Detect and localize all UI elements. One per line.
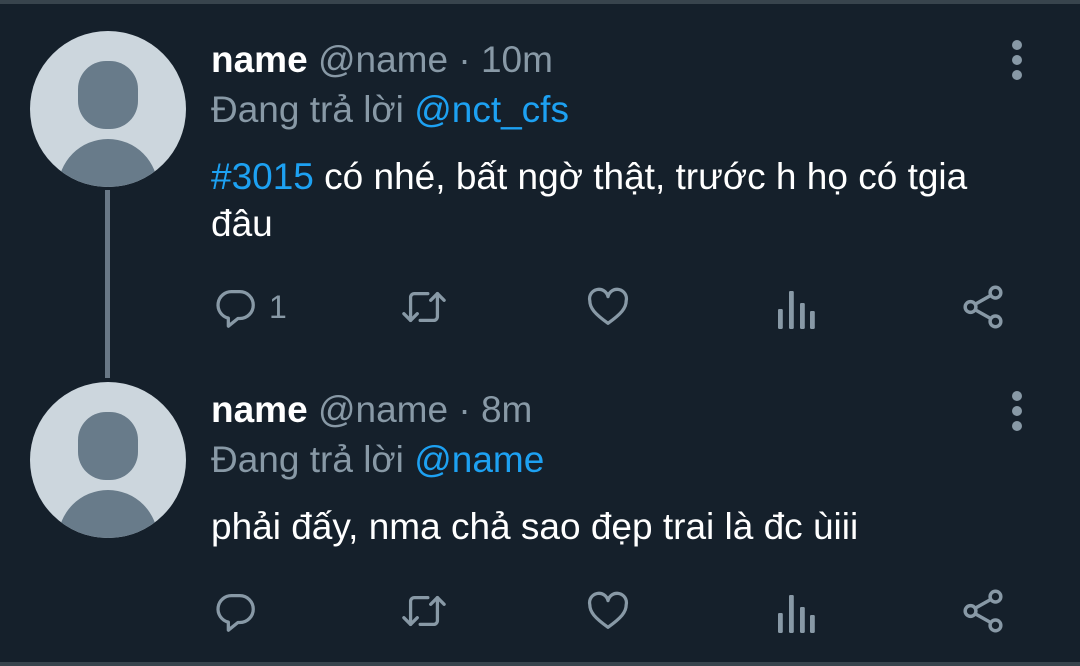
like-button[interactable] bbox=[585, 588, 631, 634]
avatar[interactable] bbox=[30, 31, 186, 187]
heart-icon bbox=[587, 591, 629, 629]
tweet-text: phải đấy, nma chả sao đẹp trai là đc ùii… bbox=[211, 503, 1011, 550]
replying-to-line: Đang trả lời @nct_cfs bbox=[211, 88, 569, 132]
tweet-text-body: có nhé, bất ngờ thật, trước h họ có tgia… bbox=[211, 156, 968, 244]
retweet-button[interactable] bbox=[398, 284, 450, 330]
tweet-2[interactable]: name @name · 8m Đang trả lời @name phải … bbox=[0, 380, 1080, 662]
retweet-icon bbox=[402, 595, 446, 627]
replying-to-line: Đang trả lời @name bbox=[211, 438, 544, 482]
reply-icon bbox=[216, 594, 255, 632]
reply-button[interactable]: 1 bbox=[213, 284, 287, 330]
replying-to-label: Đang trả lời bbox=[211, 89, 404, 130]
more-vertical-icon[interactable] bbox=[1008, 40, 1026, 80]
avatar-head-shape bbox=[78, 61, 138, 129]
display-name[interactable]: name bbox=[211, 389, 308, 430]
tweet-header: name @name · 8m bbox=[211, 388, 532, 432]
timestamp[interactable]: 8m bbox=[481, 389, 532, 430]
analytics-icon bbox=[778, 595, 815, 633]
hashtag-link[interactable]: #3015 bbox=[211, 156, 314, 197]
like-button[interactable] bbox=[585, 284, 631, 330]
share-button[interactable] bbox=[960, 588, 1006, 634]
analytics-icon bbox=[778, 291, 815, 329]
avatar-head-shape bbox=[78, 412, 138, 480]
separator-dot: · bbox=[458, 389, 471, 430]
bottom-divider bbox=[0, 662, 1080, 666]
avatar-body-shape bbox=[58, 139, 158, 187]
heart-icon bbox=[587, 287, 629, 325]
tweet-1[interactable]: name @name · 10m Đang trả lời @nct_cfs #… bbox=[0, 0, 1080, 380]
display-name[interactable]: name bbox=[211, 39, 308, 80]
separator-dot: · bbox=[458, 39, 471, 80]
tweet-text-body: phải đấy, nma chả sao đẹp trai là đc ùii… bbox=[211, 506, 859, 547]
avatar-body-shape bbox=[58, 490, 158, 538]
user-handle[interactable]: @name bbox=[318, 39, 448, 80]
reply-icon bbox=[216, 290, 255, 328]
reply-button[interactable] bbox=[213, 588, 269, 634]
retweet-icon bbox=[402, 291, 446, 323]
user-handle[interactable]: @name bbox=[318, 389, 448, 430]
avatar[interactable] bbox=[30, 382, 186, 538]
share-icon bbox=[963, 589, 1003, 633]
analytics-button[interactable] bbox=[776, 286, 816, 332]
analytics-button[interactable] bbox=[776, 590, 816, 636]
retweet-button[interactable] bbox=[398, 588, 450, 634]
reply-count: 1 bbox=[269, 288, 287, 325]
timestamp[interactable]: 10m bbox=[481, 39, 553, 80]
tweet-text: #3015 có nhé, bất ngờ thật, trước h họ c… bbox=[211, 153, 1011, 247]
tweet-header: name @name · 10m bbox=[211, 38, 553, 82]
share-button[interactable] bbox=[960, 284, 1006, 330]
more-vertical-icon[interactable] bbox=[1008, 391, 1026, 431]
replying-to-label: Đang trả lời bbox=[211, 439, 404, 480]
share-icon bbox=[963, 285, 1003, 329]
reply-mention-link[interactable]: @nct_cfs bbox=[414, 89, 569, 130]
reply-mention-link[interactable]: @name bbox=[414, 439, 544, 480]
